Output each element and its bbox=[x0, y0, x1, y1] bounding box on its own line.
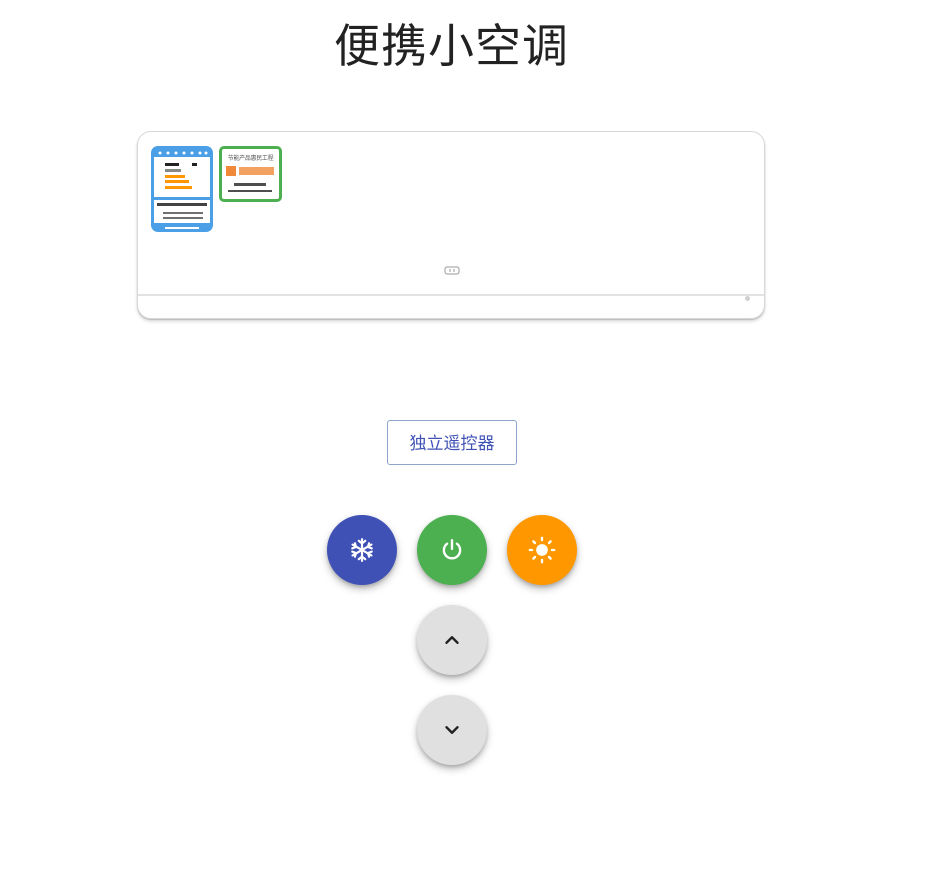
air-conditioner-unit: 节能产品惠民工程 bbox=[137, 131, 765, 319]
cert-label-graphic bbox=[226, 166, 274, 192]
ac-vent-line bbox=[138, 294, 764, 296]
display-icon bbox=[444, 266, 460, 275]
energy-label-graphic bbox=[154, 151, 210, 229]
power-icon bbox=[442, 539, 462, 560]
cool-mode-button[interactable] bbox=[327, 515, 397, 585]
energy-label-icon bbox=[151, 146, 213, 232]
sun-icon bbox=[528, 536, 556, 564]
chevron-up-icon bbox=[445, 636, 459, 644]
page-title: 便携小空调 bbox=[334, 19, 569, 73]
chevron-down-icon bbox=[445, 726, 459, 734]
temp-down-button[interactable] bbox=[417, 695, 487, 765]
power-button[interactable] bbox=[417, 515, 487, 585]
temp-up-button[interactable] bbox=[417, 605, 487, 675]
heat-mode-button[interactable] bbox=[507, 515, 577, 585]
remote-toggle-button[interactable]: 独立遥控器 bbox=[387, 420, 517, 465]
energy-cert-label: 节能产品惠民工程 bbox=[219, 146, 282, 202]
snowflake-icon bbox=[351, 538, 373, 562]
ac-indicator-light bbox=[745, 296, 750, 301]
